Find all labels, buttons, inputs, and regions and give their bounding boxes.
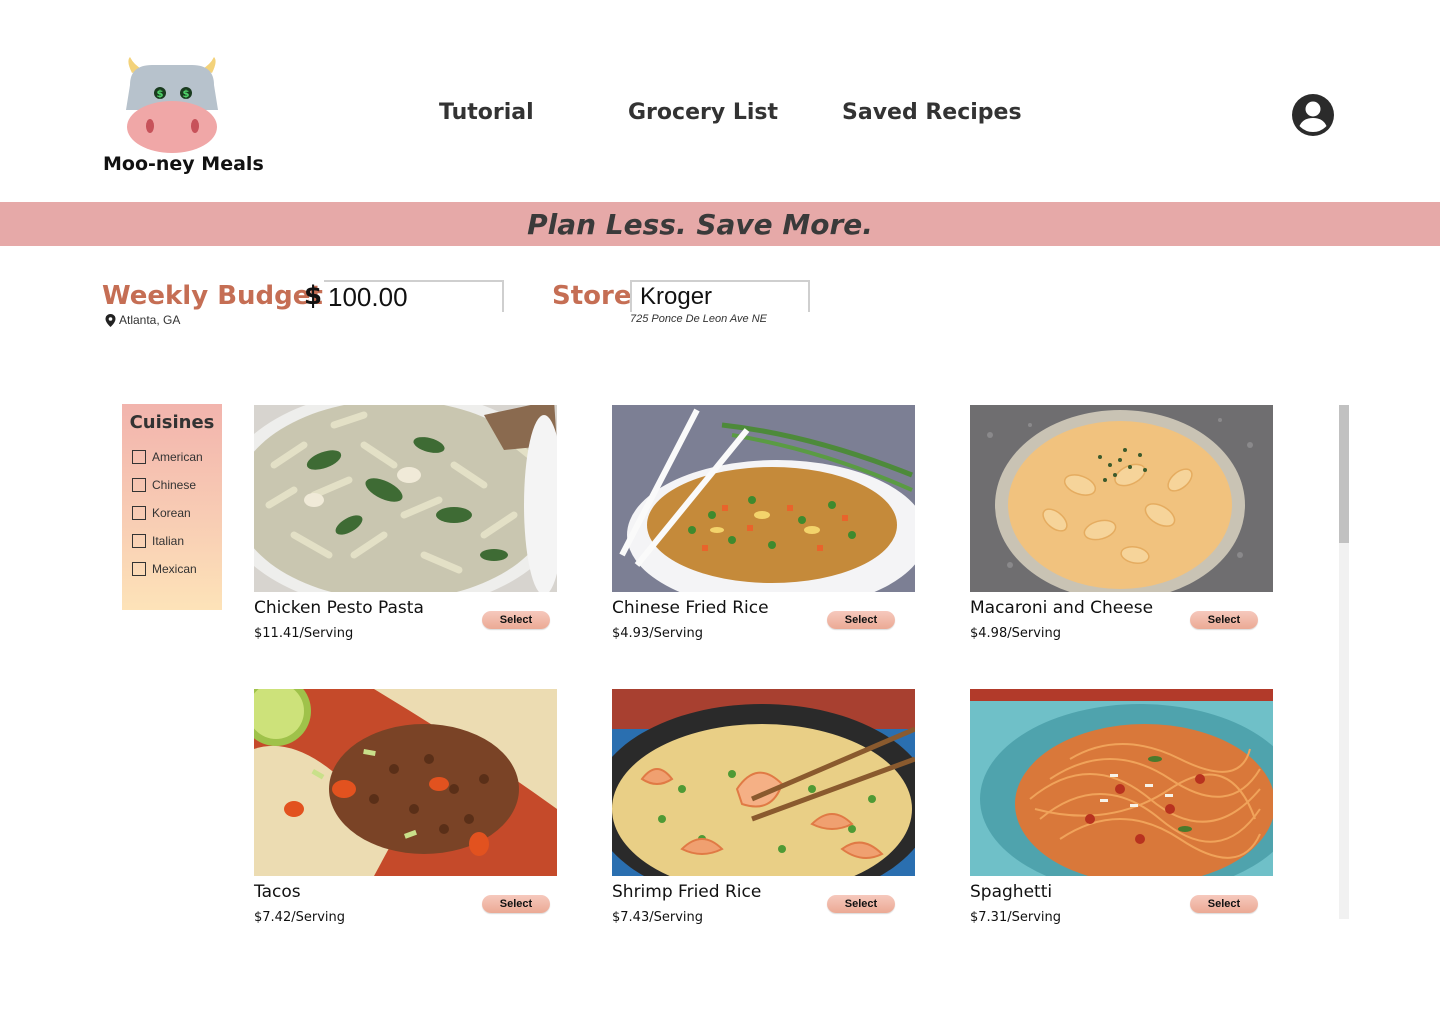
recipe-card: Spaghetti $7.31/Serving Select [970,689,1273,925]
shrimp-fried-rice-photo[interactable] [612,689,915,876]
select-recipe-button[interactable]: Select [827,895,895,913]
recipe-price: $11.41/Serving [254,626,354,641]
select-recipe-button[interactable]: Select [1190,895,1258,913]
cuisine-label: Mexican [152,562,197,576]
currency-symbol: $ [304,281,323,311]
tagline: Plan Less. Save More. [527,207,873,241]
recipe-name: Chinese Fried Rice [612,598,769,618]
recipe-list-scrollbar[interactable] [1339,405,1349,919]
checkbox[interactable] [132,450,146,464]
tagline-banner: Plan Less. Save More. [0,202,1440,246]
svg-text:$: $ [157,89,164,100]
checkbox[interactable] [132,562,146,576]
cuisine-label: Chinese [152,478,197,492]
select-recipe-button[interactable]: Select [1190,611,1258,629]
store-address: 725 Ponce De Leon Ave NE [630,313,767,325]
store-label: Store: [552,281,642,311]
recipe-price: $4.93/Serving [612,626,703,641]
cow-logo-icon: $ $ [126,57,218,153]
cuisine-filter-panel: Cuisines American Chinese Korean Italian… [122,404,222,610]
recipe-card: Chicken Pesto Pasta $11.41/Serving Selec… [254,405,557,641]
cuisine-option-american[interactable]: American [122,443,222,471]
nav-grocery-list[interactable]: Grocery List [628,100,778,125]
account-circle-icon[interactable] [1291,93,1335,137]
cuisine-label: American [152,450,203,464]
recipe-name: Shrimp Fried Rice [612,882,762,902]
checkbox[interactable] [132,478,146,492]
nav-tutorial[interactable]: Tutorial [439,100,534,125]
cuisine-label: Korean [152,506,191,520]
svg-text:$: $ [183,89,190,100]
spaghetti-photo[interactable] [970,689,1273,876]
select-recipe-button[interactable]: Select [827,611,895,629]
cuisine-option-chinese[interactable]: Chinese [122,471,222,499]
cuisine-label: Italian [152,534,185,548]
cuisine-option-mexican[interactable]: Mexican [122,555,222,583]
recipe-name: Tacos [254,882,301,902]
weekly-budget-input[interactable] [324,280,504,312]
recipe-name: Chicken Pesto Pasta [254,598,424,618]
select-recipe-button[interactable]: Select [482,895,550,913]
recipe-name: Macaroni and Cheese [970,598,1154,618]
cuisine-option-italian[interactable]: Italian [122,527,222,555]
nav-saved-recipes[interactable]: Saved Recipes [842,100,1022,125]
checkbox[interactable] [132,506,146,520]
select-recipe-button[interactable]: Select [482,611,550,629]
recipe-card: Chinese Fried Rice $4.93/Serving Select [612,405,915,641]
recipe-price: $7.42/Serving [254,910,345,925]
cuisine-option-korean[interactable]: Korean [122,499,222,527]
location-text: Atlanta, GA [119,313,181,327]
cuisine-filter-title: Cuisines [129,412,215,433]
user-location: Atlanta, GA [105,313,180,327]
recipe-card: Macaroni and Cheese $4.98/Serving Select [970,405,1273,641]
checkbox[interactable] [132,534,146,548]
chinese-fried-rice-photo[interactable] [612,405,915,592]
scrollbar-thumb[interactable] [1339,405,1349,543]
tacos-photo[interactable] [254,689,557,876]
recipe-name: Spaghetti [970,882,1053,902]
recipe-card: Shrimp Fried Rice $7.43/Serving Select [612,689,915,925]
app-name: Moo-ney Meals [103,153,264,175]
store-input[interactable] [630,280,810,312]
chicken-pesto-pasta-photo[interactable] [254,405,557,592]
recipe-card: Tacos $7.42/Serving Select [254,689,557,925]
weekly-budget-label: Weekly Budget: [102,281,334,311]
recipe-price: $4.98/Serving [970,626,1061,641]
recipe-price: $7.31/Serving [970,910,1061,925]
recipe-price: $7.43/Serving [612,910,703,925]
macaroni-and-cheese-photo[interactable] [970,405,1273,592]
app-logo[interactable]: $ $ Moo-ney Meals [100,55,264,180]
map-pin-icon [105,313,116,327]
